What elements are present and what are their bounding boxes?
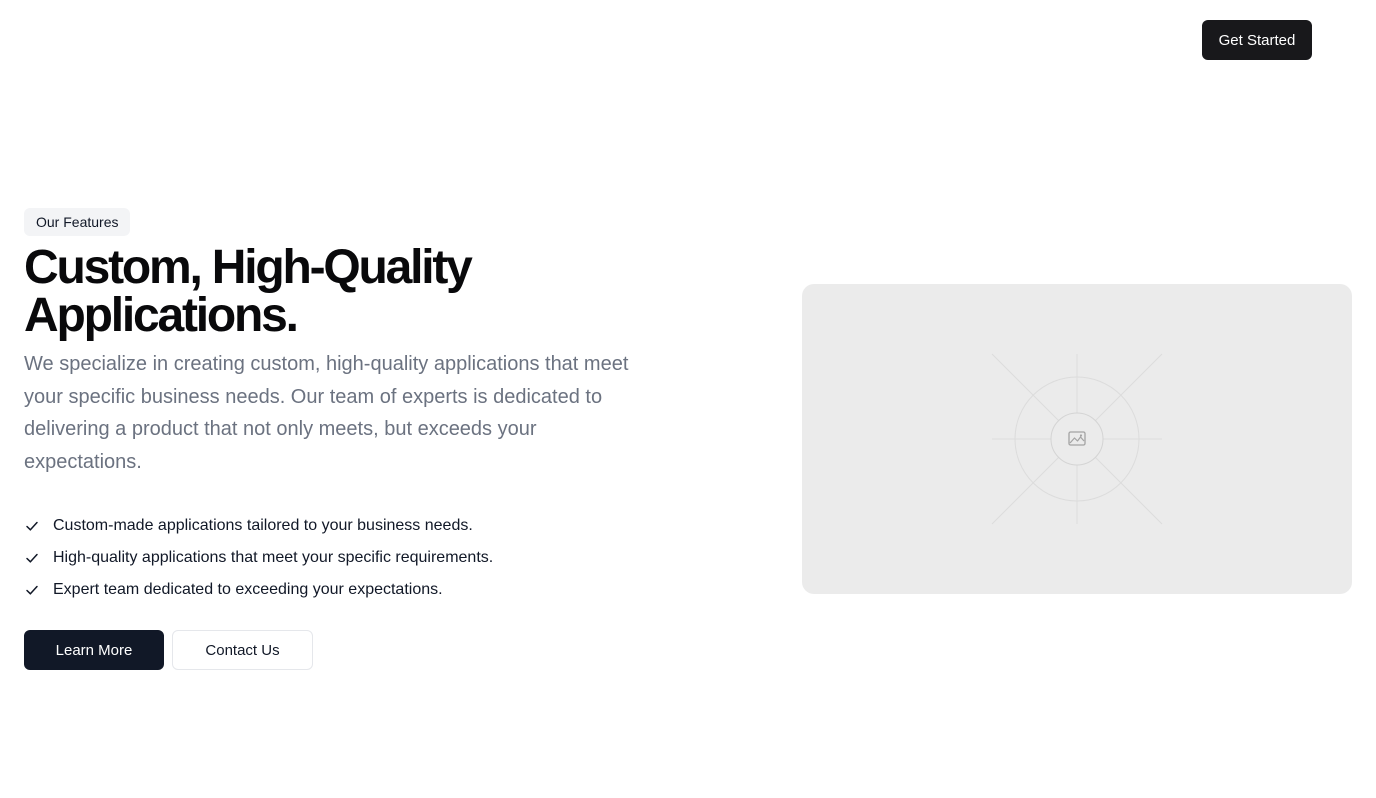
hero-description: We specialize in creating custom, high-q… <box>24 353 629 473</box>
learn-more-button[interactable]: Learn More <box>24 630 164 670</box>
get-started-button[interactable]: Get Started <box>1202 20 1312 60</box>
feature-list: Custom-made applications tailored to you… <box>24 510 493 606</box>
page: Get Started Our Features Custom, High-Qu… <box>0 0 1376 798</box>
title-line-1: Custom, High-Quality <box>24 241 473 294</box>
check-icon <box>24 518 40 534</box>
feature-text: High-quality applications that meet your… <box>53 549 494 566</box>
placeholder-graphic <box>991 353 1163 525</box>
page-title: Custom, High-Quality Applications. <box>24 244 644 340</box>
section-badge: Our Features <box>24 208 131 236</box>
feature-text: Expert team dedicated to exceeding your … <box>53 581 443 598</box>
list-item: Custom-made applications tailored to you… <box>24 510 493 542</box>
image-placeholder <box>802 284 1352 594</box>
contact-us-button[interactable]: Contact Us <box>172 630 313 670</box>
check-icon <box>24 582 40 598</box>
feature-text: Custom-made applications tailored to you… <box>53 517 473 534</box>
check-icon <box>24 550 40 566</box>
list-item: Expert team dedicated to exceeding your … <box>24 574 493 606</box>
list-item: High-quality applications that meet your… <box>24 542 493 574</box>
title-line-2: Applications. <box>24 289 299 342</box>
